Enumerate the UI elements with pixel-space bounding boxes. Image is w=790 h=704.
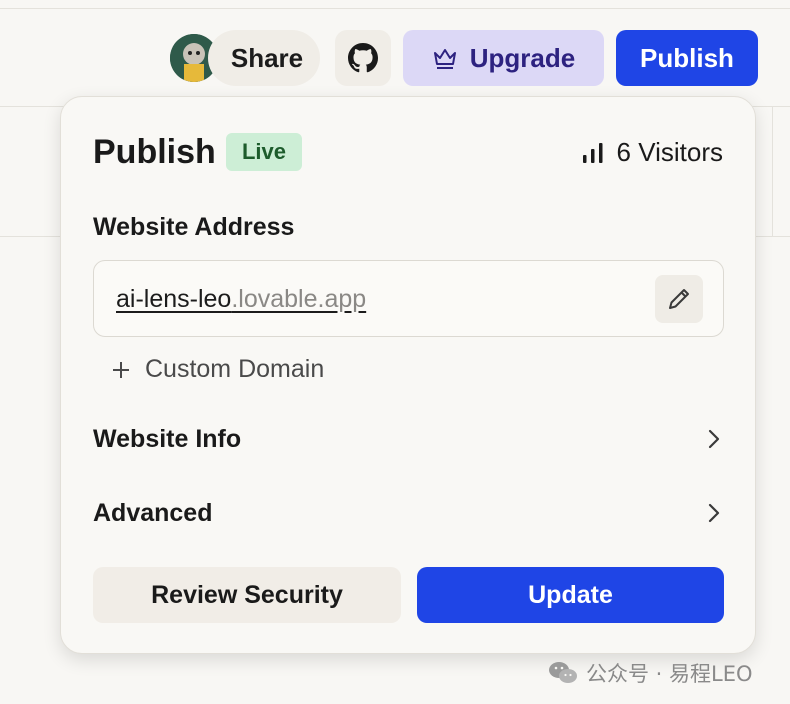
popover-title: Publish [93,133,216,171]
upgrade-button-label: Upgrade [469,42,576,73]
edit-address-button[interactable] [655,275,703,323]
pencil-icon [669,289,689,309]
watermark: 公众号 · 易程LEO [548,658,753,688]
publish-button[interactable]: Publish [616,30,758,86]
update-button[interactable]: Update [417,567,724,623]
website-info-row[interactable]: Website Info [93,419,724,459]
website-url-link[interactable]: ai-lens-leo.lovable.app [116,285,366,314]
review-security-label: Review Security [151,580,343,609]
status-badge: Live [226,133,302,171]
website-info-label: Website Info [93,424,242,453]
update-label: Update [528,580,613,609]
custom-domain-label: Custom Domain [145,355,325,383]
crown-icon [433,49,456,69]
custom-domain-button[interactable]: Custom Domain [111,355,324,384]
url-domain: .lovable.app [231,285,367,313]
bar-chart-icon [582,142,603,163]
plus-icon [113,361,129,378]
background-panel-edge [772,106,773,236]
url-subdomain: ai-lens-leo [116,285,232,313]
advanced-label: Advanced [93,498,213,527]
review-security-button[interactable]: Review Security [93,567,401,623]
github-icon [348,43,378,73]
chevron-right-icon [708,503,720,523]
share-button-label: Share [230,42,304,73]
watermark-text: 公众号 · 易程LEO [586,662,753,686]
publish-button-label: Publish [640,42,734,73]
visitors-label: 6 Visitors [616,137,723,167]
website-address-label: Website Address [93,213,295,241]
share-button[interactable]: Share [208,30,320,86]
upgrade-button[interactable]: Upgrade [403,30,604,86]
advanced-row[interactable]: Advanced [93,493,724,533]
github-button[interactable] [335,30,391,86]
wechat-icon [549,662,577,683]
visitors-count[interactable]: 6 Visitors [581,137,723,168]
top-border [0,8,790,9]
website-address-field[interactable]: ai-lens-leo.lovable.app [93,260,724,337]
chevron-right-icon [708,429,720,449]
publish-popover: Publish Live 6 Visitors Website Address … [60,96,756,654]
